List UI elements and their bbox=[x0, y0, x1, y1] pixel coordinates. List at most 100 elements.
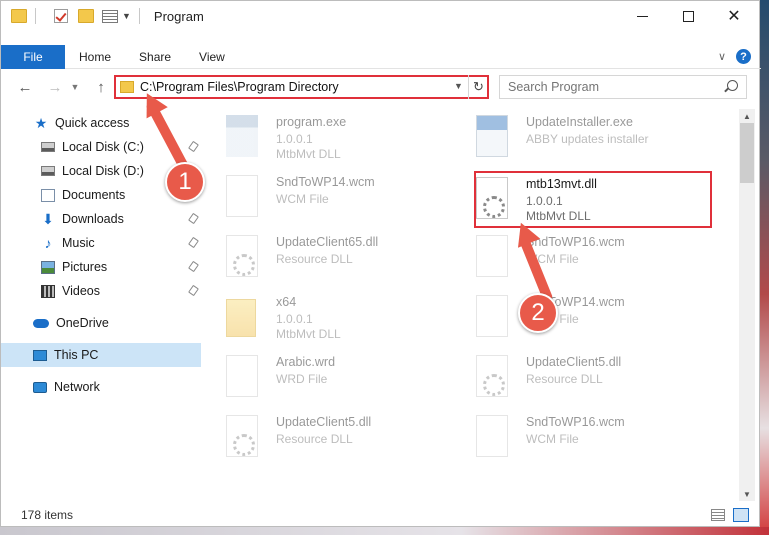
desktop-background-strip bbox=[760, 0, 769, 535]
forward-arrow-icon[interactable]: → bbox=[45, 76, 65, 98]
folder-icon bbox=[120, 81, 134, 93]
installer-icon bbox=[476, 115, 508, 157]
maximize-icon bbox=[682, 10, 694, 22]
sidebar-item-label: Local Disk (D:) bbox=[62, 164, 144, 178]
help-icon[interactable]: ? bbox=[736, 49, 751, 64]
pin-icon[interactable] bbox=[188, 236, 199, 249]
file-type: Resource DLL bbox=[526, 372, 603, 386]
folder-icon bbox=[226, 299, 256, 337]
tab-file[interactable]: File bbox=[1, 44, 65, 69]
file-description: MtbMvt DLL bbox=[276, 327, 341, 341]
tab-share[interactable]: Share bbox=[125, 50, 185, 64]
file-icon bbox=[476, 295, 508, 337]
sidebar-item-downloads[interactable]: ⬇ Downloads bbox=[1, 207, 201, 231]
download-icon: ⬇ bbox=[42, 210, 54, 227]
sidebar-item-network[interactable]: Network bbox=[1, 375, 201, 399]
file-type: Resource DLL bbox=[276, 432, 353, 446]
sidebar-item-label: Videos bbox=[62, 284, 100, 298]
list-item[interactable]: x64 1.0.0.1 MtbMvt DLL bbox=[206, 291, 446, 347]
desktop-background-bottom bbox=[0, 527, 769, 535]
view-options-icon[interactable] bbox=[102, 9, 118, 23]
list-item[interactable]: SndToWP14.wcm WCM File bbox=[206, 171, 446, 227]
step-badge-1: 1 bbox=[165, 162, 205, 202]
tab-home[interactable]: Home bbox=[65, 50, 125, 64]
list-item[interactable]: UpdateInstaller.exe ABBY updates install… bbox=[456, 111, 696, 167]
videos-icon bbox=[41, 284, 55, 298]
properties-check-icon[interactable] bbox=[54, 9, 68, 23]
minimize-button[interactable] bbox=[619, 1, 665, 31]
close-button[interactable]: ✕ bbox=[711, 1, 757, 31]
search-input[interactable] bbox=[508, 80, 718, 94]
sidebar-item-onedrive[interactable]: OneDrive bbox=[1, 311, 201, 335]
recent-locations-dropdown-icon[interactable]: ▼ bbox=[69, 76, 81, 98]
list-item[interactable]: UpdateClient65.dll Resource DLL bbox=[206, 231, 446, 287]
address-bar[interactable]: C:\Program Files\Program Directory ▼ ↻ bbox=[114, 75, 489, 99]
pin-icon[interactable] bbox=[188, 212, 199, 225]
search-box[interactable] bbox=[499, 75, 747, 99]
pin-icon[interactable] bbox=[188, 140, 199, 153]
pin-icon[interactable] bbox=[188, 260, 199, 273]
folder-icon[interactable] bbox=[11, 9, 27, 23]
network-icon bbox=[33, 381, 47, 393]
highlight-box-target-file bbox=[474, 171, 712, 228]
list-item[interactable]: SndToWP16.wcm WCM File bbox=[456, 231, 696, 287]
search-icon[interactable] bbox=[727, 80, 738, 91]
pictures-icon bbox=[41, 260, 55, 274]
computer-icon bbox=[33, 349, 47, 361]
refresh-icon[interactable]: ↻ bbox=[468, 75, 488, 99]
pin-icon[interactable] bbox=[188, 284, 199, 297]
file-name: UpdateClient5.dll bbox=[526, 355, 622, 369]
sidebar-item-label: Music bbox=[62, 236, 95, 250]
scrollbar-thumb[interactable] bbox=[740, 123, 754, 183]
file-name: program.exe bbox=[276, 115, 347, 129]
file-explorer-window: ▼ Program ✕ File Home Share View ∨ ? ← →… bbox=[0, 0, 761, 527]
file-icon bbox=[226, 175, 258, 217]
sidebar-item-label: Pictures bbox=[62, 260, 108, 274]
tiles-view-icon[interactable] bbox=[733, 508, 749, 522]
sidebar-item-videos[interactable]: Videos bbox=[1, 279, 201, 303]
sidebar-item-music[interactable]: ♪ Music bbox=[1, 231, 201, 255]
file-version: 1.0.0.1 bbox=[276, 132, 313, 146]
sidebar-item-label: Downloads bbox=[62, 212, 124, 226]
details-view-icon[interactable] bbox=[711, 509, 725, 521]
list-item[interactable]: program.exe 1.0.0.1 MtbMvt DLL bbox=[206, 111, 446, 167]
list-item[interactable]: Arabic.wrd WRD File bbox=[206, 351, 446, 407]
list-item[interactable]: UpdateClient5.dll Resource DLL bbox=[206, 411, 446, 467]
customize-toolbar-dropdown-icon[interactable]: ▼ bbox=[122, 11, 131, 21]
maximize-button[interactable] bbox=[665, 1, 711, 31]
file-name: x64 bbox=[276, 295, 297, 309]
close-icon: ✕ bbox=[727, 8, 741, 25]
cloud-icon bbox=[33, 318, 49, 328]
expand-ribbon-icon[interactable]: ∨ bbox=[718, 50, 726, 63]
tab-view[interactable]: View bbox=[185, 50, 239, 64]
vertical-scrollbar[interactable]: ▲ ▼ bbox=[739, 109, 755, 501]
new-folder-icon[interactable] bbox=[78, 9, 94, 23]
list-item[interactable]: SndToWP14.wcm WCM File bbox=[456, 291, 696, 347]
file-version: 1.0.0.1 bbox=[276, 312, 313, 326]
documents-icon bbox=[41, 188, 55, 202]
list-item[interactable]: SndToWP16.wcm WCM File bbox=[456, 411, 696, 467]
step-badge-2: 2 bbox=[518, 293, 558, 333]
up-arrow-icon[interactable]: ↑ bbox=[91, 76, 111, 98]
file-type: Resource DLL bbox=[276, 252, 353, 266]
file-name: SndToWP16.wcm bbox=[526, 415, 625, 429]
file-icon bbox=[226, 355, 258, 397]
file-name: UpdateClient65.dll bbox=[276, 235, 379, 249]
ribbon-tabs: File Home Share View ∨ ? bbox=[1, 44, 761, 69]
back-arrow-icon[interactable]: ← bbox=[15, 76, 35, 98]
file-icon bbox=[476, 415, 508, 457]
address-path[interactable]: C:\Program Files\Program Directory bbox=[140, 80, 339, 94]
drive-icon bbox=[41, 142, 55, 152]
navigation-bar: ← → ▼ ↑ C:\Program Files\Program Directo… bbox=[1, 73, 761, 101]
file-type: WCM File bbox=[526, 432, 579, 446]
sidebar-item-pictures[interactable]: Pictures bbox=[1, 255, 201, 279]
file-name: UpdateClient5.dll bbox=[276, 415, 372, 429]
sidebar-item-label: Quick access bbox=[55, 116, 130, 130]
exe-icon bbox=[226, 115, 258, 157]
sidebar-item-this-pc[interactable]: This PC bbox=[1, 343, 201, 367]
scroll-up-icon[interactable]: ▲ bbox=[739, 109, 755, 123]
address-history-dropdown-icon[interactable]: ▼ bbox=[454, 81, 463, 91]
scroll-down-icon[interactable]: ▼ bbox=[739, 487, 755, 501]
file-description: ABBY updates installer bbox=[526, 132, 649, 146]
list-item[interactable]: UpdateClient5.dll Resource DLL bbox=[456, 351, 696, 407]
